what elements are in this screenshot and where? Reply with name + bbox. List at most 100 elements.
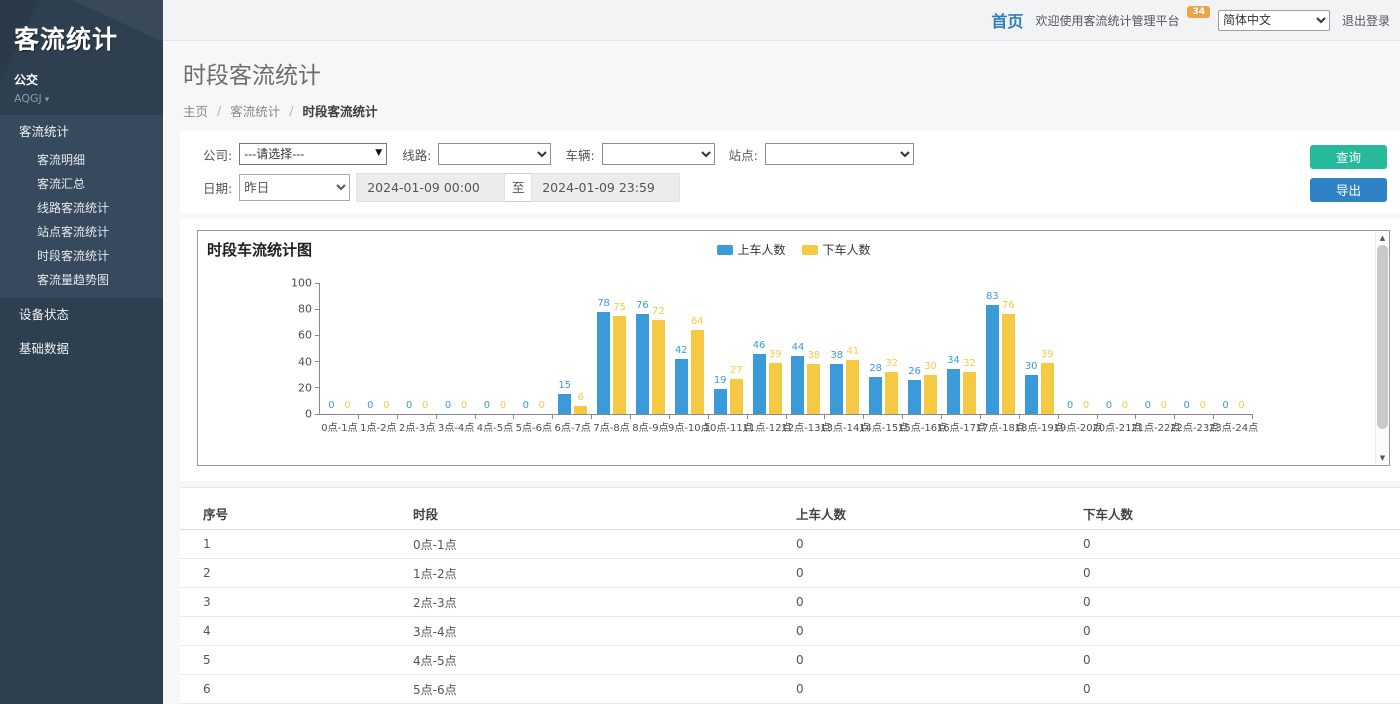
date-label: 日期: — [203, 178, 232, 197]
query-button[interactable]: 查询 — [1310, 145, 1387, 169]
bar-value-label: 75 — [613, 302, 626, 313]
bar-group: 0019点-20点 — [1059, 283, 1098, 414]
line-select[interactable] — [438, 143, 551, 165]
scroll-down-icon[interactable]: ▼ — [1376, 454, 1389, 462]
home-link[interactable]: 首页 — [991, 8, 1023, 32]
sidebar-subitem-客流汇总[interactable]: 客流汇总 — [0, 172, 163, 196]
bar-value-label: 32 — [885, 358, 898, 369]
date-from-input[interactable]: 2024-01-09 00:00 — [356, 173, 505, 202]
breadcrumb: 主页 / 客流统计 / 时段客流统计 — [183, 101, 377, 120]
bar-group: 837617点-18点 — [981, 283, 1020, 414]
table-cell: 0点-1点 — [412, 530, 795, 559]
x-axis-tick-mark — [358, 414, 359, 419]
sidebar-subitem-label: 站点客流统计 — [37, 225, 109, 239]
bar-value-label: 32 — [963, 358, 976, 369]
bar-value-label: 46 — [753, 340, 766, 351]
date-preset-select[interactable]: 昨日 — [239, 174, 350, 201]
sidebar-subitem-客流明细[interactable]: 客流明细 — [0, 148, 163, 172]
bar-value-label: 38 — [808, 350, 821, 361]
sidebar-subitem-时段客流统计[interactable]: 时段客流统计 — [0, 244, 163, 268]
bar-group: 343216点-17点 — [942, 283, 981, 414]
x-axis-label: 6点-7点 — [555, 419, 591, 434]
bar-下车人数: 32 — [885, 372, 898, 414]
bar-value-label: 0 — [1184, 400, 1190, 411]
bar-下车人数: 64 — [691, 330, 704, 414]
chart-card: 时段车流统计图 上车人数下车人数 000点-1点001点-2点002点-3点00… — [180, 219, 1400, 481]
export-button[interactable]: 导出 — [1310, 178, 1387, 202]
bar-value-label: 39 — [1041, 349, 1054, 360]
bar-group: 005点-6点 — [514, 283, 553, 414]
bar-value-label: 42 — [675, 345, 688, 356]
user-menu[interactable]: AQGJ▾ — [14, 92, 163, 105]
sidebar-subitem-客流量趋势图[interactable]: 客流量趋势图 — [0, 268, 163, 292]
bar-value-label: 38 — [830, 350, 843, 361]
table-cell: 1 — [180, 530, 412, 559]
date-to-input[interactable]: 2024-01-09 23:59 — [531, 173, 680, 202]
table-cell: 2点-3点 — [412, 588, 795, 617]
legend-item-下车人数[interactable]: 下车人数 — [802, 241, 871, 258]
language-select[interactable]: 简体中文 — [1218, 10, 1330, 31]
x-axis-tick-mark — [630, 414, 631, 419]
table-cell: 0 — [795, 675, 1082, 704]
table-cell: 6 — [180, 675, 412, 704]
vehicle-select[interactable] — [602, 143, 715, 165]
filter-row-date: 日期: 昨日 2024-01-09 00:00 至 2024-01-09 23:… — [203, 173, 680, 202]
bar-下车人数: 27 — [730, 379, 743, 414]
company-select[interactable]: ---请选择--- — [239, 143, 387, 165]
logout-link[interactable]: 退出登录 — [1342, 12, 1390, 29]
sidebar-subitem-label: 时段客流统计 — [37, 249, 109, 263]
chart-scrollbar[interactable]: ▲ ▼ — [1375, 231, 1389, 465]
sidebar-item-客流统计[interactable]: 客流统计 — [0, 115, 163, 148]
welcome-text: 欢迎使用客流统计管理平台 — [1035, 12, 1179, 29]
y-axis-tick-mark — [315, 283, 320, 284]
bar-上车人数: 15 — [558, 394, 571, 414]
bar-下车人数: 32 — [963, 372, 976, 414]
table-cell: 0 — [1082, 559, 1400, 588]
page-heading: 时段客流统计 主页 / 客流统计 / 时段客流统计 — [183, 56, 377, 120]
bar-group: 283214点-15点 — [864, 283, 903, 414]
breadcrumb-home[interactable]: 主页 — [183, 101, 208, 120]
bar-value-label: 0 — [1067, 400, 1073, 411]
legend-item-上车人数[interactable]: 上车人数 — [716, 241, 785, 258]
bar-下车人数: 38 — [807, 364, 820, 414]
bar-value-label: 0 — [461, 400, 467, 411]
brand-area: 客流统计 公交 AQGJ▾ — [0, 0, 163, 115]
sidebar-item-基础数据[interactable]: 基础数据 — [0, 332, 163, 366]
station-select[interactable] — [765, 143, 914, 165]
caret-down-icon: ▾ — [45, 95, 50, 105]
bar-group: 42649点-10点 — [670, 283, 709, 414]
table-row: 54点-5点00 — [180, 646, 1400, 675]
sidebar-subitem-label: 线路客流统计 — [37, 201, 109, 215]
x-axis-label: 1点-2点 — [360, 419, 396, 434]
sidebar-item-设备状态[interactable]: 设备状态 — [0, 298, 163, 332]
bar-value-label: 0 — [1122, 400, 1128, 411]
bar-value-label: 64 — [691, 316, 704, 327]
bar-上车人数: 76 — [636, 314, 649, 414]
table-cell: 0 — [795, 559, 1082, 588]
bar-value-label: 0 — [1222, 400, 1228, 411]
bar-group: 001点-2点 — [359, 283, 398, 414]
x-axis-label: 7点-8点 — [593, 419, 629, 434]
sidebar-subitem-站点客流统计[interactable]: 站点客流统计 — [0, 220, 163, 244]
bar-value-label: 30 — [1025, 361, 1038, 372]
bar-上车人数: 26 — [908, 380, 921, 414]
bar-group: 004点-5点 — [476, 283, 515, 414]
bar-group: 0021点-22点 — [1136, 283, 1175, 414]
table-cell: 0 — [1082, 530, 1400, 559]
bar-value-label: 0 — [344, 400, 350, 411]
scrollbar-thumb[interactable] — [1377, 245, 1388, 429]
scroll-up-icon[interactable]: ▲ — [1376, 234, 1389, 242]
sidebar-subitem-线路客流统计[interactable]: 线路客流统计 — [0, 196, 163, 220]
bar-value-label: 30 — [924, 361, 937, 372]
bar-value-label: 76 — [1002, 300, 1015, 311]
time-slot-table: 序号 时段 上车人数 下车人数 10点-1点0021点-2点0032点-3点00… — [180, 497, 1400, 704]
bar-value-label: 0 — [367, 400, 373, 411]
bar-value-label: 0 — [328, 400, 334, 411]
table-cell: 2 — [180, 559, 412, 588]
x-axis-tick-mark — [552, 414, 553, 419]
bar-value-label: 6 — [578, 392, 584, 403]
filter-panel: 公司: ---请选择--- ▼ 线路: 车辆: 站点: 日期: 昨日 2024-… — [180, 130, 1400, 213]
breadcrumb-section[interactable]: 客流统计 — [230, 101, 280, 120]
bar-group: 0020点-21点 — [1098, 283, 1137, 414]
chart-legend: 上车人数下车人数 — [716, 241, 870, 258]
